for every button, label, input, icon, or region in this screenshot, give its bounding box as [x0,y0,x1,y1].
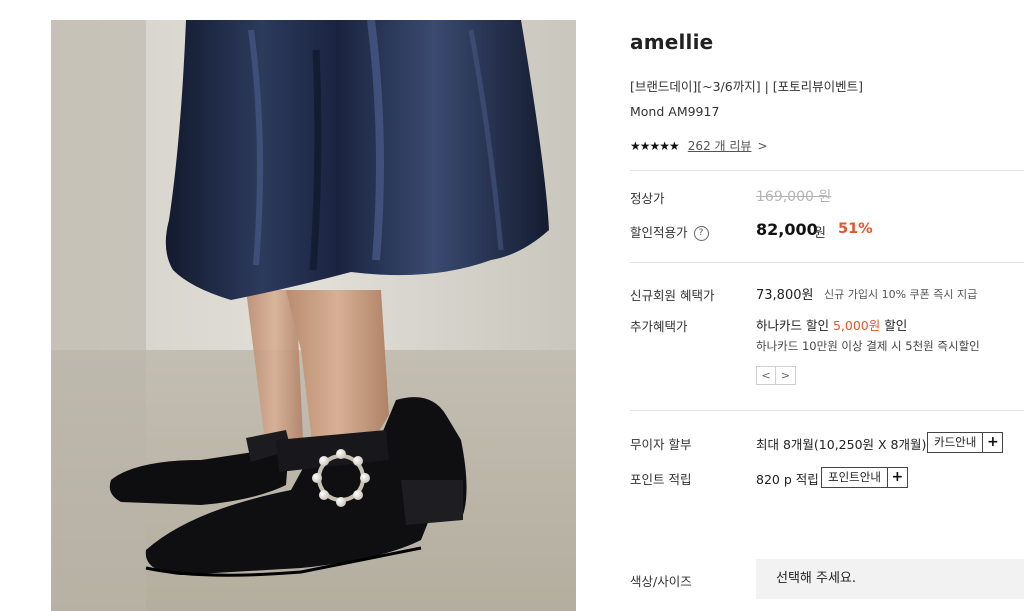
card-discount-suffix: 할인 [880,318,908,333]
benefit-pager: < > [756,366,796,385]
chevron-right-icon[interactable]: > [776,366,796,385]
promo-text: [브랜드데이][~3/6까지] | [포토리뷰이벤트] [630,79,864,94]
card-discount-text: 하나카드 할인 5,000원 할인 [756,315,907,334]
extra-benefit-label: 추가혜택가 [630,319,688,334]
option-select[interactable]: 선택해 주세요. [756,559,1024,599]
regular-price: 169,000 원 [756,189,832,205]
regular-price-label: 정상가 [630,191,665,206]
card-discount-prefix: 하나카드 할인 [756,318,833,333]
divider [630,262,1024,263]
product-info-panel: amellie [브랜드데이][~3/6까지] | [포토리뷰이벤트] Mond… [630,0,1024,611]
review-count-link[interactable]: 262 개 리뷰 [688,137,752,154]
model-name: Mond AM9917 [630,104,720,119]
sale-price: 82,000 [756,220,818,239]
card-guide-button[interactable]: 카드안내 + [927,432,1004,453]
point-value: 820 p 적립 [756,472,819,487]
point-guide-label: 포인트안내 [828,470,881,484]
point-label: 포인트 적립 [630,472,692,487]
chevron-left-icon[interactable]: < [756,366,776,385]
plus-icon: + [982,433,1002,452]
brand-name[interactable]: amellie [630,30,713,54]
member-price: 73,800원 [756,288,814,303]
divider [630,410,1024,411]
card-discount-detail: 하나카드 10만원 이상 결제 시 5천원 즉시할인 [756,339,980,353]
plus-icon: + [886,468,907,487]
option-label: 색상/사이즈 [630,574,692,589]
card-guide-label: 카드안내 [934,435,977,449]
member-price-label: 신규회원 혜택가 [630,288,715,303]
sale-price-label-text: 할인적용가 [630,225,688,240]
rating-stars-icon: ★★★★★ [630,138,680,153]
point-guide-button[interactable]: 포인트안내 + [821,467,908,488]
help-icon[interactable]: ? [693,226,709,241]
rating-row: ★★★★★ 262 개 리뷰 > [630,137,768,154]
card-discount-amount: 5,000원 [832,318,881,333]
sale-price-unit: 원 [814,226,826,241]
divider [630,170,1024,171]
installment-value: 최대 8개월(10,250원 X 8개월) [756,437,927,452]
chevron-right-icon[interactable]: > [757,139,767,153]
installment-label: 무이자 할부 [630,437,692,452]
product-image [51,20,576,611]
member-note: 신규 가입시 10% 쿠폰 즉시 지급 [824,288,978,301]
discount-rate: 51% [838,221,873,237]
sale-price-label: 할인적용가? [630,222,709,241]
